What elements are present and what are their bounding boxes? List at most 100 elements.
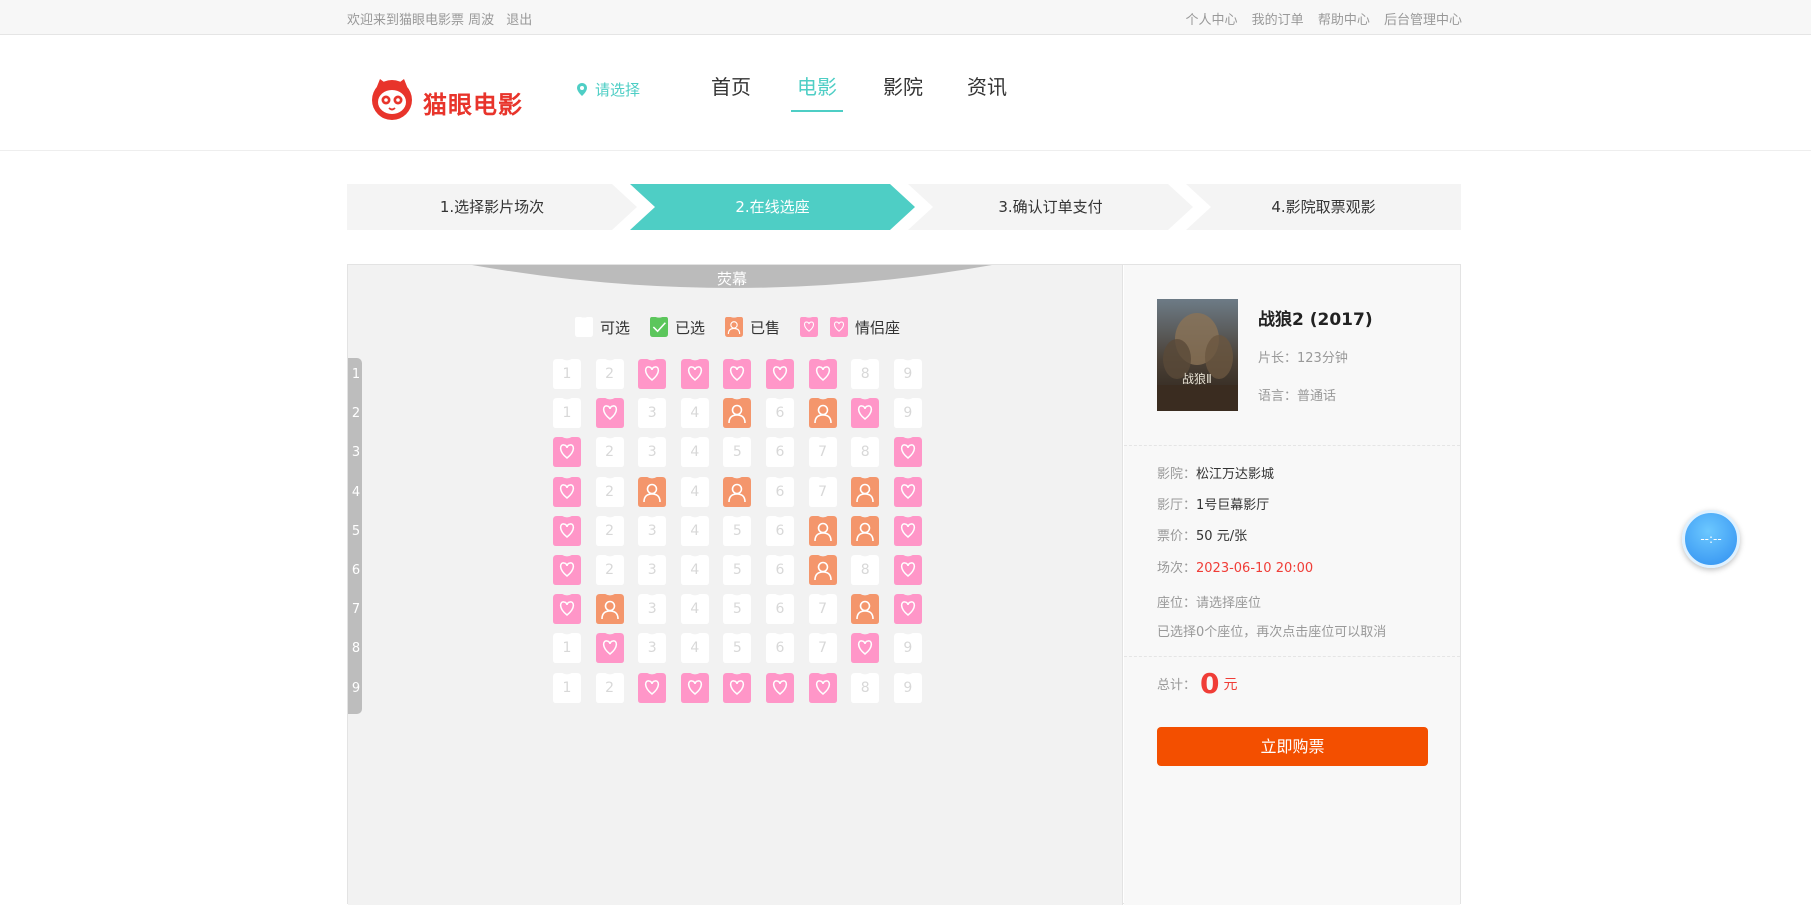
available-seat[interactable]: 4 (678, 396, 712, 430)
available-seat[interactable]: 9 (891, 357, 925, 391)
nav-movies[interactable]: 电影 (791, 71, 843, 112)
couple-seat[interactable] (635, 357, 669, 391)
available-seat[interactable]: 4 (678, 553, 712, 587)
available-seat[interactable]: 8 (848, 553, 882, 587)
couple-seat[interactable] (763, 357, 797, 391)
seat-number: 2 (605, 366, 615, 382)
available-seat[interactable]: 6 (763, 475, 797, 509)
step-label: 4.影院取票观影 (1271, 198, 1376, 216)
total-unit: 元 (1223, 677, 1238, 693)
available-seat[interactable]: 2 (593, 514, 627, 548)
available-seat[interactable]: 3 (635, 435, 669, 469)
step-select-showtime: 1.选择影片场次 (347, 184, 637, 230)
couple-seat[interactable] (550, 514, 584, 548)
row-number: 1 (351, 367, 361, 382)
available-seat[interactable]: 3 (635, 514, 669, 548)
available-seat[interactable]: 7 (806, 435, 840, 469)
available-seat[interactable]: 9 (891, 631, 925, 665)
available-seat[interactable]: 5 (720, 514, 754, 548)
couple-seat[interactable] (891, 553, 925, 587)
available-seat[interactable]: 3 (635, 553, 669, 587)
available-seat[interactable]: 3 (635, 592, 669, 626)
available-seat[interactable]: 6 (763, 435, 797, 469)
couple-seat[interactable] (848, 631, 882, 665)
couple-seat[interactable] (891, 475, 925, 509)
available-seat[interactable]: 8 (848, 671, 882, 705)
available-seat[interactable]: 5 (720, 553, 754, 587)
couple-seat[interactable] (678, 357, 712, 391)
total-label: 总计： (1157, 678, 1197, 693)
couple-seat[interactable] (806, 671, 840, 705)
couple-seat[interactable] (891, 514, 925, 548)
admin-center-link[interactable]: 后台管理中心 (1384, 13, 1462, 28)
available-seat[interactable]: 4 (678, 475, 712, 509)
couple-seat[interactable] (848, 396, 882, 430)
couple-seat[interactable] (763, 671, 797, 705)
nav-news[interactable]: 资讯 (967, 71, 1007, 110)
available-seat[interactable]: 6 (763, 514, 797, 548)
couple-seat[interactable] (550, 475, 584, 509)
available-seat[interactable]: 8 (848, 435, 882, 469)
total-amount: 0 (1200, 667, 1220, 700)
seat-number: 7 (818, 640, 828, 657)
available-seat[interactable]: 7 (806, 592, 840, 626)
available-seat[interactable]: 2 (593, 475, 627, 509)
available-seat[interactable]: 4 (678, 514, 712, 548)
seat-number: 6 (775, 601, 785, 618)
cinema-row: 影院：松江万达影城 (1157, 463, 1274, 482)
couple-seat[interactable] (720, 357, 754, 391)
available-seat[interactable]: 1 (550, 357, 584, 391)
available-seat[interactable]: 4 (678, 592, 712, 626)
available-seat[interactable]: 1 (550, 671, 584, 705)
available-seat[interactable]: 2 (593, 553, 627, 587)
couple-seat[interactable] (593, 631, 627, 665)
couple-seat[interactable] (720, 671, 754, 705)
available-seat[interactable]: 4 (678, 435, 712, 469)
available-seat[interactable]: 3 (635, 396, 669, 430)
legend-label: 情侣座 (855, 318, 901, 337)
logout-link[interactable]: 退出 (506, 13, 532, 28)
available-seat[interactable]: 1 (550, 631, 584, 665)
available-seat[interactable]: 2 (593, 671, 627, 705)
couple-seat[interactable] (806, 357, 840, 391)
available-seat[interactable]: 5 (720, 435, 754, 469)
sold-seat (848, 514, 882, 548)
floating-clock-button[interactable]: --:-- (1682, 510, 1740, 568)
nav-home[interactable]: 首页 (711, 71, 751, 110)
city-selector[interactable]: 请选择 (577, 79, 640, 100)
couple-seat[interactable] (678, 671, 712, 705)
available-seat[interactable]: 1 (550, 396, 584, 430)
available-seat[interactable]: 9 (891, 671, 925, 705)
seat-number: 5 (732, 562, 742, 578)
available-seat[interactable]: 6 (763, 553, 797, 587)
available-seat[interactable]: 8 (848, 357, 882, 391)
available-seat[interactable]: 7 (806, 631, 840, 665)
couple-seat[interactable] (550, 592, 584, 626)
available-seat[interactable]: 7 (806, 475, 840, 509)
available-seat-icon (572, 315, 596, 339)
available-seat[interactable]: 4 (678, 631, 712, 665)
available-seat[interactable]: 2 (593, 435, 627, 469)
couple-seat[interactable] (891, 592, 925, 626)
couple-seat[interactable] (891, 435, 925, 469)
step-pickup: 4.影院取票观影 (1186, 184, 1461, 230)
available-seat[interactable]: 6 (763, 396, 797, 430)
available-seat[interactable]: 3 (635, 631, 669, 665)
available-seat[interactable]: 6 (763, 592, 797, 626)
my-orders-link[interactable]: 我的订单 (1252, 13, 1304, 28)
seat-number: 4 (690, 562, 700, 578)
available-seat[interactable]: 6 (763, 631, 797, 665)
buy-now-button[interactable]: 立即购票 (1157, 727, 1428, 766)
user-center-link[interactable]: 个人中心 (1186, 13, 1238, 28)
available-seat[interactable]: 5 (720, 631, 754, 665)
available-seat[interactable]: 2 (593, 357, 627, 391)
available-seat[interactable]: 9 (891, 396, 925, 430)
couple-seat[interactable] (550, 435, 584, 469)
nav-cinemas[interactable]: 影院 (883, 71, 923, 110)
couple-seat[interactable] (635, 671, 669, 705)
couple-seat[interactable] (593, 396, 627, 430)
available-seat[interactable]: 5 (720, 592, 754, 626)
couple-seat[interactable] (550, 553, 584, 587)
cat-logo-icon (372, 79, 412, 120)
help-center-link[interactable]: 帮助中心 (1318, 13, 1370, 28)
